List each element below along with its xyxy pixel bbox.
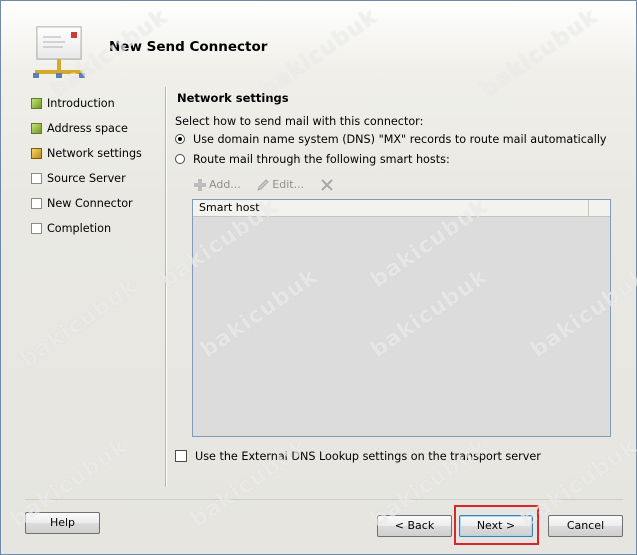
edit-label: Edit... — [272, 178, 305, 191]
watermark: bakicubuk — [186, 434, 313, 533]
add-icon — [194, 179, 206, 191]
smart-host-option[interactable]: Route mail through the following smart h… — [175, 153, 450, 166]
footer-divider — [25, 499, 623, 500]
dns-mx-label: Use domain name system (DNS) "MX" record… — [193, 133, 607, 146]
dns-mx-radio[interactable] — [175, 134, 185, 144]
add-label: Add... — [209, 178, 241, 191]
add-button[interactable]: Add... — [193, 178, 241, 192]
column-header-smart-host[interactable]: Smart host — [193, 200, 589, 216]
watermark: bakicubuk — [16, 274, 143, 373]
wizard-window: New Send Connector Introduction Address … — [0, 0, 637, 555]
grid-header: Smart host — [193, 200, 610, 217]
smart-host-label: Route mail through the following smart h… — [193, 153, 450, 166]
step-pending-icon — [31, 173, 42, 184]
step-pending-icon — [31, 198, 42, 209]
step-label: Address space — [47, 122, 128, 135]
step-label: Introduction — [47, 97, 115, 110]
dns-mx-option[interactable]: Use domain name system (DNS) "MX" record… — [175, 133, 607, 146]
help-button[interactable]: Help — [25, 512, 100, 534]
watermark: bakicubuk — [476, 4, 603, 103]
step-network-settings: Network settings — [31, 146, 142, 171]
step-label: Completion — [47, 222, 112, 235]
wizard-steps: Introduction Address space Network setti… — [31, 96, 142, 246]
step-label: New Connector — [47, 197, 133, 210]
step-introduction: Introduction — [31, 96, 142, 121]
step-label: Source Server — [47, 172, 126, 185]
edit-button[interactable]: Edit... — [256, 178, 304, 192]
back-button[interactable]: < Back — [377, 515, 452, 537]
remove-button[interactable] — [320, 178, 336, 192]
step-done-icon — [31, 123, 42, 134]
smart-host-grid[interactable]: Smart host — [192, 199, 611, 437]
cancel-button[interactable]: Cancel — [548, 515, 623, 537]
step-pending-icon — [31, 223, 42, 234]
step-completion: Completion — [31, 221, 142, 246]
smart-host-toolbar: Add... Edit... — [193, 178, 348, 192]
step-label: Network settings — [47, 147, 142, 160]
step-current-icon — [31, 148, 42, 159]
step-new-connector: New Connector — [31, 196, 142, 221]
wizard-title: New Send Connector — [109, 39, 268, 55]
external-dns-checkbox[interactable] — [175, 450, 187, 462]
watermark: bakicubuk — [256, 4, 383, 103]
step-address-space: Address space — [31, 121, 142, 146]
next-button-highlight — [454, 505, 539, 545]
routing-prompt: Select how to send mail with this connec… — [175, 115, 424, 128]
send-connector-icon — [33, 26, 85, 78]
section-title: Network settings — [177, 91, 289, 105]
smart-host-radio[interactable] — [175, 154, 185, 164]
step-source-server: Source Server — [31, 171, 142, 196]
external-dns-label: Use the External DNS Lookup settings on … — [195, 450, 541, 463]
step-done-icon — [31, 98, 42, 109]
remove-x-icon — [320, 179, 333, 191]
steps-divider — [165, 87, 167, 487]
pencil-icon — [257, 179, 270, 191]
external-dns-option[interactable]: Use the External DNS Lookup settings on … — [175, 450, 541, 463]
